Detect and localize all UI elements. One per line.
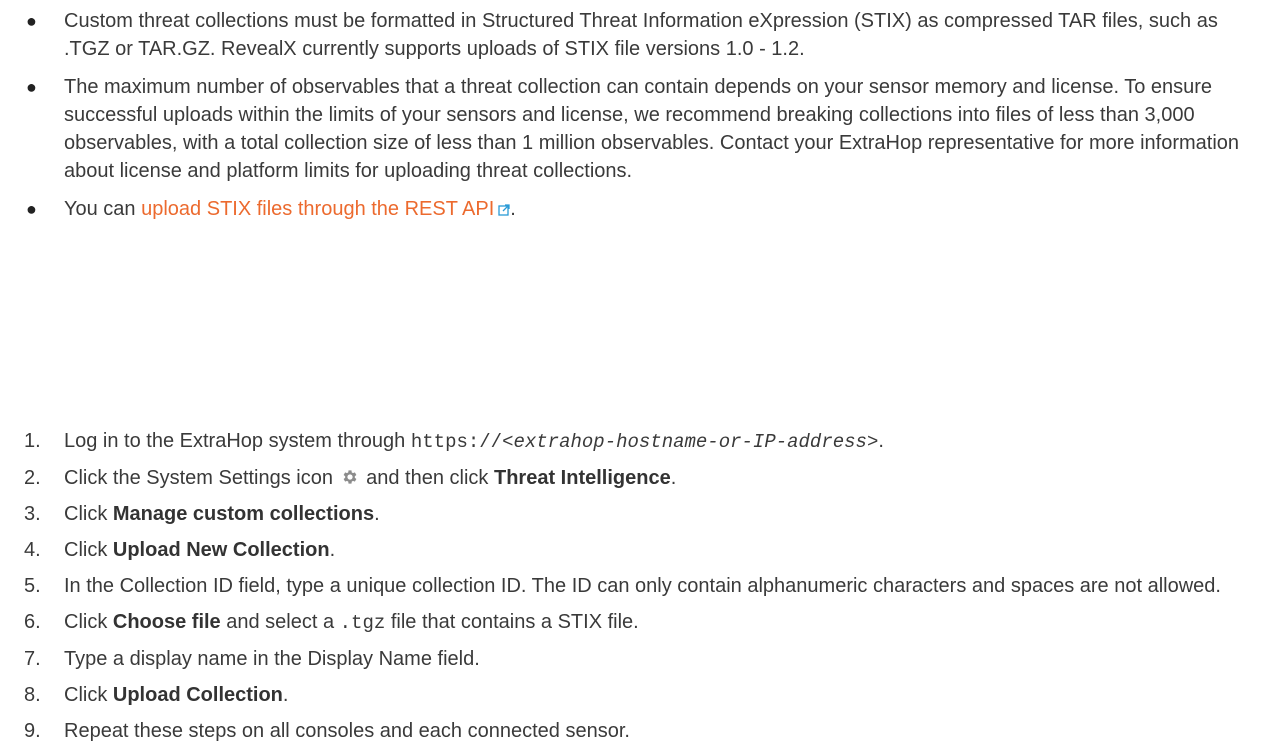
file-extension-code: .tgz bbox=[339, 612, 386, 634]
gear-icon bbox=[343, 470, 356, 484]
step-number: 5. bbox=[24, 575, 41, 597]
step-text-suffix: . bbox=[374, 503, 380, 525]
bullet-icon: ● bbox=[26, 199, 37, 219]
list-item: ● The maximum number of observables that… bbox=[0, 73, 1261, 185]
choose-file-label: Choose file bbox=[112, 611, 221, 633]
step-item: 5. In the Collection ID field, type a un… bbox=[0, 572, 1261, 600]
step-number: 2. bbox=[24, 467, 41, 489]
manage-custom-collections-label: Manage custom collections bbox=[112, 503, 375, 525]
bullet-text: The maximum number of observables that a… bbox=[64, 76, 1240, 182]
threat-intelligence-label: Threat Intelligence bbox=[493, 467, 671, 489]
requirements-list: ● Custom threat collections must be form… bbox=[0, 7, 1261, 233]
step-text-suffix: . bbox=[329, 539, 336, 561]
step-number: 4. bbox=[24, 539, 41, 561]
step-number: 3. bbox=[24, 503, 41, 525]
step-item: 7. Type a display name in the Display Na… bbox=[0, 645, 1261, 673]
rest-api-link[interactable]: upload STIX files through the REST API bbox=[141, 198, 510, 220]
step-text-middle: and select a bbox=[220, 611, 340, 633]
step-text-prefix: Click bbox=[64, 684, 113, 706]
step-item: 9. Repeat these steps on all consoles an… bbox=[0, 717, 1261, 745]
step-item: 2. Click the System Settings icon and th… bbox=[0, 464, 1261, 492]
rest-api-link-label[interactable]: upload STIX files through the REST API bbox=[141, 198, 494, 220]
step-item: 3. Click Manage custom collections. bbox=[0, 500, 1261, 528]
url-code-placeholder: <extrahop-hostname-or-IP-address> bbox=[502, 431, 879, 453]
step-number: 1. bbox=[24, 430, 41, 452]
step-item: 6. Click Choose file and select a .tgz f… bbox=[0, 608, 1261, 637]
list-item: ● Custom threat collections must be form… bbox=[0, 7, 1261, 63]
step-text-prefix: Click bbox=[64, 539, 113, 561]
url-code: https://<extrahop-hostname-or-IP-address… bbox=[411, 431, 878, 453]
step-text: Type a display name in the Display Name … bbox=[64, 648, 480, 670]
procedure-steps: 1. Log in to the ExtraHop system through… bbox=[0, 427, 1261, 753]
step-text-prefix: Click bbox=[64, 503, 113, 525]
step-text: In the Collection ID field, type a uniqu… bbox=[64, 575, 1221, 597]
step-text-prefix: Click bbox=[64, 611, 113, 633]
upload-new-collection-label: Upload New Collection bbox=[112, 539, 330, 561]
step-number: 7. bbox=[24, 648, 41, 670]
step-text-suffix: . bbox=[282, 684, 289, 706]
step-number: 8. bbox=[24, 684, 41, 706]
step-text-prefix: Click the System Settings icon bbox=[64, 467, 339, 489]
bullet-icon: ● bbox=[26, 77, 37, 97]
bullet-text-prefix: You can bbox=[64, 198, 142, 220]
url-code-scheme: https:// bbox=[410, 431, 503, 453]
step-text-suffix: . bbox=[670, 467, 677, 489]
bullet-text-suffix: . bbox=[510, 198, 516, 220]
documentation-page: ● Custom threat collections must be form… bbox=[0, 0, 1261, 742]
bullet-text: Custom threat collections must be format… bbox=[64, 10, 1218, 60]
step-text-suffix: . bbox=[878, 430, 884, 452]
step-text-suffix: file that contains a STIX file. bbox=[385, 611, 639, 633]
step-text-middle: and then click bbox=[360, 467, 494, 489]
bullet-icon: ● bbox=[26, 11, 37, 31]
step-item: 4. Click Upload New Collection. bbox=[0, 536, 1261, 564]
step-text-prefix: Log in to the ExtraHop system through bbox=[64, 430, 411, 452]
step-item: 8. Click Upload Collection. bbox=[0, 681, 1261, 709]
step-number: 9. bbox=[24, 720, 41, 742]
list-item: ● You can upload STIX files through the … bbox=[0, 195, 1261, 223]
upload-collection-label: Upload Collection bbox=[112, 684, 283, 706]
step-item: 1. Log in to the ExtraHop system through… bbox=[0, 427, 1261, 456]
external-link-icon[interactable] bbox=[498, 204, 510, 216]
step-text: Repeat these steps on all consoles and e… bbox=[64, 720, 630, 742]
step-number: 6. bbox=[24, 611, 41, 633]
